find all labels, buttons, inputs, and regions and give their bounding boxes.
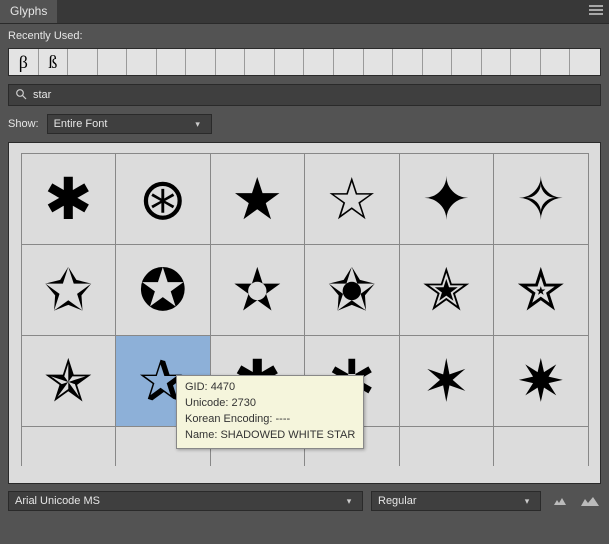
glyph-tooltip: GID: 4470 Unicode: 2730 Korean Encoding:… xyxy=(176,375,364,449)
chevron-down-icon: ▾ xyxy=(342,496,356,507)
recent-glyph-empty[interactable] xyxy=(570,49,600,75)
glyph-cell[interactable]: ✧ xyxy=(493,153,589,245)
tooltip-encoding-label: Korean Encoding: xyxy=(185,413,272,425)
glyph-search-field[interactable] xyxy=(8,84,601,106)
recent-glyph-empty[interactable] xyxy=(186,49,216,75)
recent-glyph-empty[interactable] xyxy=(393,49,423,75)
glyph-cell[interactable] xyxy=(21,426,117,466)
glyph-cell[interactable]: ✱ xyxy=(21,153,117,245)
bottom-bar: Arial Unicode MS ▾ Regular ▾ xyxy=(8,490,601,512)
recent-section: Recently Used: xyxy=(0,24,609,44)
menu-icon xyxy=(589,5,603,18)
glyphs-panel: Glyphs Recently Used: β ß xyxy=(0,0,609,544)
glyph-cell[interactable]: ✭ xyxy=(399,244,495,336)
recent-glyph-empty[interactable] xyxy=(452,49,482,75)
font-style-dropdown[interactable]: Regular ▾ xyxy=(371,491,541,511)
tooltip-name: SHADOWED WHITE STAR xyxy=(220,429,355,441)
zoom-out-button[interactable] xyxy=(549,491,571,511)
recent-label: Recently Used: xyxy=(8,30,83,42)
font-family-value: Arial Unicode MS xyxy=(15,495,342,507)
panel-menu-button[interactable] xyxy=(583,0,609,23)
recent-glyph-empty[interactable] xyxy=(334,49,364,75)
glyph-cell[interactable] xyxy=(493,426,589,466)
recent-glyph-empty[interactable] xyxy=(98,49,128,75)
search-icon xyxy=(15,88,27,103)
font-style-value: Regular xyxy=(378,495,520,507)
recent-glyph-empty[interactable] xyxy=(304,49,334,75)
recent-glyph-0[interactable]: β xyxy=(9,49,39,75)
font-family-dropdown[interactable]: Arial Unicode MS ▾ xyxy=(8,491,363,511)
recent-glyph-empty[interactable] xyxy=(157,49,187,75)
glyph-cell[interactable]: ✯ xyxy=(21,335,117,427)
glyph-grid-container: ✱ ⊛ ★ ☆ ✦ ✧ ✩ ✪ ✫ ✬ ✭ ✮ ✯ ✰ ✱ ✲ ✶ ✷ xyxy=(8,142,601,484)
tooltip-unicode-label: Unicode: xyxy=(185,397,228,409)
recent-glyph-empty[interactable] xyxy=(423,49,453,75)
glyph-cell[interactable]: ✪ xyxy=(115,244,211,336)
tooltip-unicode: 2730 xyxy=(231,397,255,409)
glyph-cell[interactable]: ✦ xyxy=(399,153,495,245)
show-dropdown[interactable]: Entire Font ▾ xyxy=(47,114,212,134)
chevron-down-icon: ▾ xyxy=(191,119,205,130)
zoom-in-button[interactable] xyxy=(579,491,601,511)
glyph-cell[interactable]: ✶ xyxy=(399,335,495,427)
glyph-cell[interactable]: ✬ xyxy=(304,244,400,336)
recent-glyph-empty[interactable] xyxy=(275,49,305,75)
glyph-cell[interactable] xyxy=(399,426,495,466)
mountains-large-icon xyxy=(580,496,600,507)
search-input[interactable] xyxy=(33,89,594,101)
recent-glyph-empty[interactable] xyxy=(541,49,571,75)
glyph-cell[interactable]: ✮ xyxy=(493,244,589,336)
tooltip-encoding: ---- xyxy=(276,413,291,425)
recent-glyph-1[interactable]: ß xyxy=(39,49,69,75)
tooltip-gid-label: GID: xyxy=(185,381,208,393)
recent-glyph-empty[interactable] xyxy=(216,49,246,75)
glyph-cell[interactable]: ✩ xyxy=(21,244,117,336)
glyph-cell[interactable]: ✷ xyxy=(493,335,589,427)
recent-glyph-empty[interactable] xyxy=(364,49,394,75)
recent-glyph-empty[interactable] xyxy=(482,49,512,75)
glyph-cell[interactable]: ⊛ xyxy=(115,153,211,245)
recent-glyph-empty[interactable] xyxy=(245,49,275,75)
chevron-down-icon: ▾ xyxy=(520,496,534,507)
recent-glyph-empty[interactable] xyxy=(68,49,98,75)
show-value: Entire Font xyxy=(54,118,191,130)
mountains-small-icon xyxy=(553,497,567,506)
tab-bar-spacer xyxy=(57,0,583,23)
panel-tab-glyphs[interactable]: Glyphs xyxy=(0,0,57,23)
panel-tab-bar: Glyphs xyxy=(0,0,609,24)
show-label: Show: xyxy=(8,118,39,130)
tooltip-gid: 4470 xyxy=(211,381,235,393)
recent-glyph-empty[interactable] xyxy=(511,49,541,75)
recent-glyph-empty[interactable] xyxy=(127,49,157,75)
recent-glyph-row: β ß xyxy=(8,48,601,76)
glyph-cell[interactable]: ★ xyxy=(210,153,306,245)
show-row: Show: Entire Font ▾ xyxy=(8,114,601,134)
glyph-cell[interactable]: ☆ xyxy=(304,153,400,245)
tooltip-name-label: Name: xyxy=(185,429,217,441)
glyph-cell[interactable]: ✫ xyxy=(210,244,306,336)
